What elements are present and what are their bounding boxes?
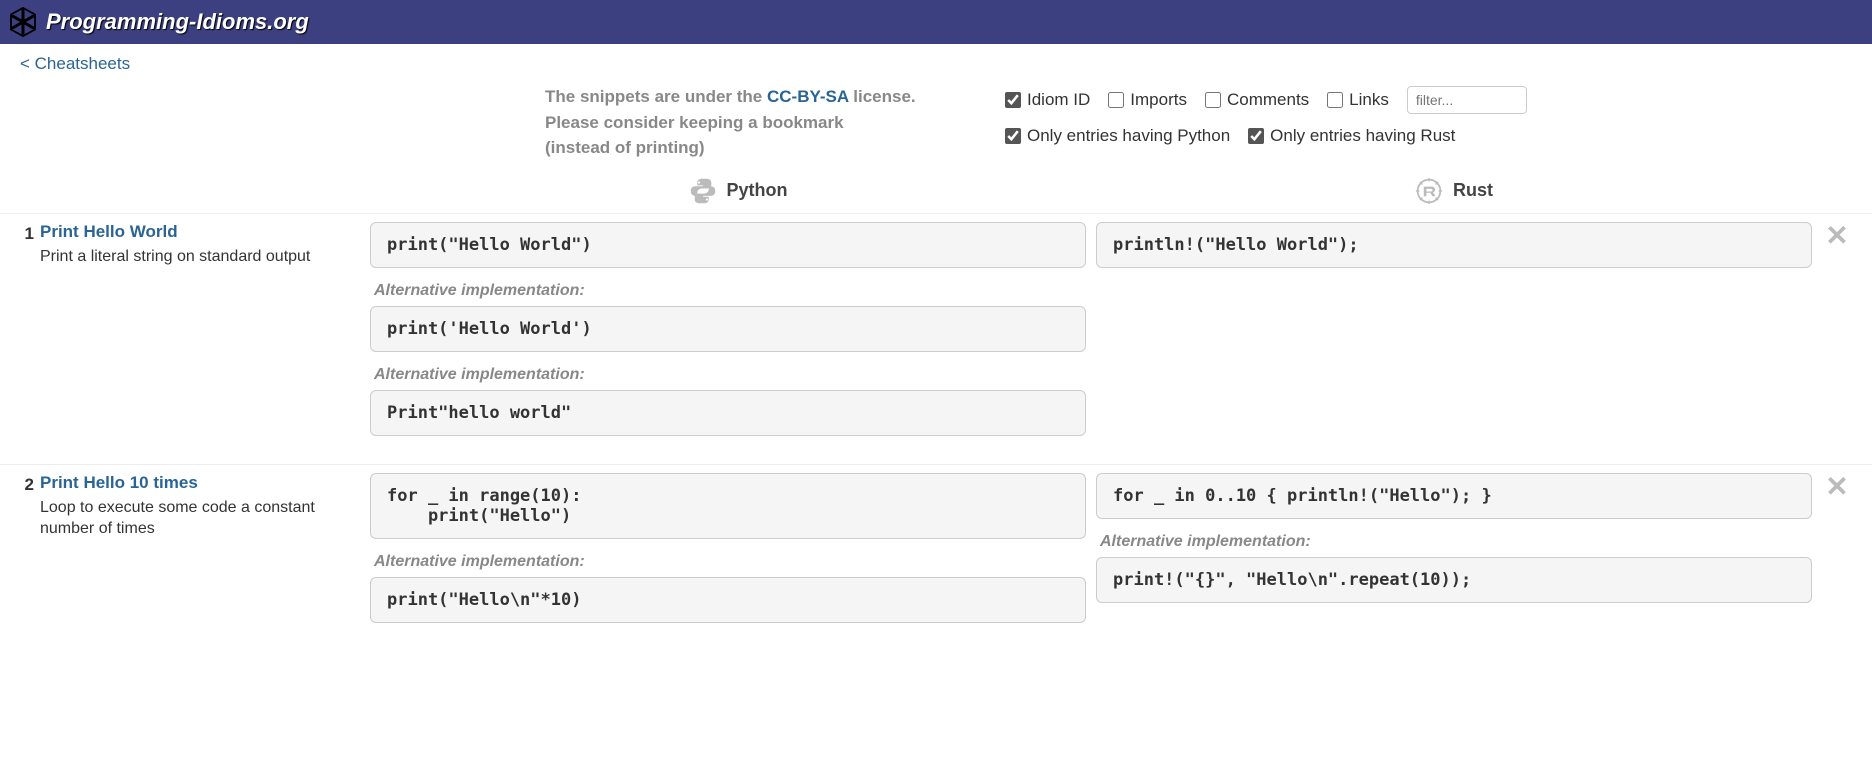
rust-code-column: println!("Hello World"); [1096,222,1822,450]
option-label: Links [1349,90,1389,110]
idiom-description: Print Hello World Print a literal string … [40,222,370,450]
license-prefix: The snippets are under the [545,87,767,106]
rust-column-header: Rust [1096,177,1812,213]
python-label: Python [727,180,788,201]
rust-icon [1415,177,1443,205]
code-block[interactable]: println!("Hello World"); [1096,222,1812,268]
code-text: print("Hello World") [387,235,1069,255]
checkbox[interactable] [1205,92,1221,108]
site-title[interactable]: Programming-Idioms.org [46,9,309,35]
checkbox[interactable] [1005,128,1021,144]
option-comments[interactable]: Comments [1205,90,1309,110]
code-text: print!("{}", "Hello\n".repeat(10)); [1113,570,1795,590]
python-code-column: print("Hello World") Alternative implemen… [370,222,1096,450]
option-imports[interactable]: Imports [1108,90,1187,110]
idiom-row: 2Print Hello 10 times Loop to execute som… [0,464,1872,651]
code-text: print('Hello World') [387,319,1069,339]
alternative-label: Alternative implementation: [374,282,1086,300]
license-text: The snippets are under the CC-BY-SA lice… [545,84,945,161]
alternative-label: Alternative implementation: [374,553,1086,571]
filter-input[interactable] [1407,86,1527,114]
controls-row: The snippets are under the CC-BY-SA lice… [0,84,1872,171]
options-panel: Idiom ID Imports Comments Links Only entrie… [945,84,1852,161]
back-link[interactable]: < Cheatsheets [20,54,130,73]
option-label: Only entries having Rust [1270,126,1455,146]
code-block[interactable]: for _ in 0..10 { println!("Hello"); } [1096,473,1812,519]
code-text: println!("Hello World"); [1113,235,1795,255]
python-icon [689,177,717,205]
option-only-entries-having-python[interactable]: Only entries having Python [1005,126,1230,146]
breadcrumb: < Cheatsheets [0,44,1872,84]
idiom-subtitle: Print a literal string on standard outpu… [40,246,356,268]
python-column-header: Python [380,177,1096,213]
code-block[interactable]: print("Hello\n"*10) [370,577,1086,623]
license-line3: (instead of printing) [545,138,705,157]
code-block[interactable]: for _ in range(10): print("Hello") [370,473,1086,539]
rust-label: Rust [1453,180,1493,201]
option-label: Imports [1130,90,1187,110]
alternative-label: Alternative implementation: [1100,533,1812,551]
code-text: print("Hello\n"*10) [387,590,1069,610]
license-link[interactable]: CC-BY-SA [767,87,849,106]
close-icon[interactable]: ✕ [1825,473,1848,501]
checkbox[interactable] [1248,128,1264,144]
code-block[interactable]: Print"hello world" [370,390,1086,436]
license-suffix: license. [853,87,915,106]
option-only-entries-having-rust[interactable]: Only entries having Rust [1248,126,1455,146]
code-text: for _ in 0..10 { println!("Hello"); } [1113,486,1795,506]
checkbox[interactable] [1327,92,1343,108]
idiom-id: 2 [20,473,40,637]
site-logo-icon [8,7,38,37]
idiom-title-link[interactable]: Print Hello World [40,222,356,242]
code-block[interactable]: print!("{}", "Hello\n".repeat(10)); [1096,557,1812,603]
code-text: Print"hello world" [387,403,1069,423]
alternative-label: Alternative implementation: [374,366,1086,384]
idiom-row: 1Print Hello World Print a literal string… [0,213,1872,464]
option-label: Comments [1227,90,1309,110]
option-links[interactable]: Links [1327,90,1389,110]
idiom-title-link[interactable]: Print Hello 10 times [40,473,356,493]
option-idiom-id[interactable]: Idiom ID [1005,90,1090,110]
code-text: for _ in range(10): print("Hello") [387,486,1069,526]
code-block[interactable]: print('Hello World') [370,306,1086,352]
checkbox[interactable] [1108,92,1124,108]
rust-code-column: for _ in 0..10 { println!("Hello"); } Alt… [1096,473,1822,637]
language-headers: Python Rust [0,177,1872,213]
checkbox[interactable] [1005,92,1021,108]
python-code-column: for _ in range(10): print("Hello") Altern… [370,473,1096,637]
idiom-description: Print Hello 10 times Loop to execute some… [40,473,370,637]
option-label: Idiom ID [1027,90,1090,110]
close-icon[interactable]: ✕ [1825,222,1848,250]
header-bar: Programming-Idioms.org [0,0,1872,44]
idiom-id: 1 [20,222,40,450]
license-line2: Please consider keeping a bookmark [545,113,844,132]
idiom-subtitle: Loop to execute some code a constant num… [40,497,356,540]
code-block[interactable]: print("Hello World") [370,222,1086,268]
option-label: Only entries having Python [1027,126,1230,146]
